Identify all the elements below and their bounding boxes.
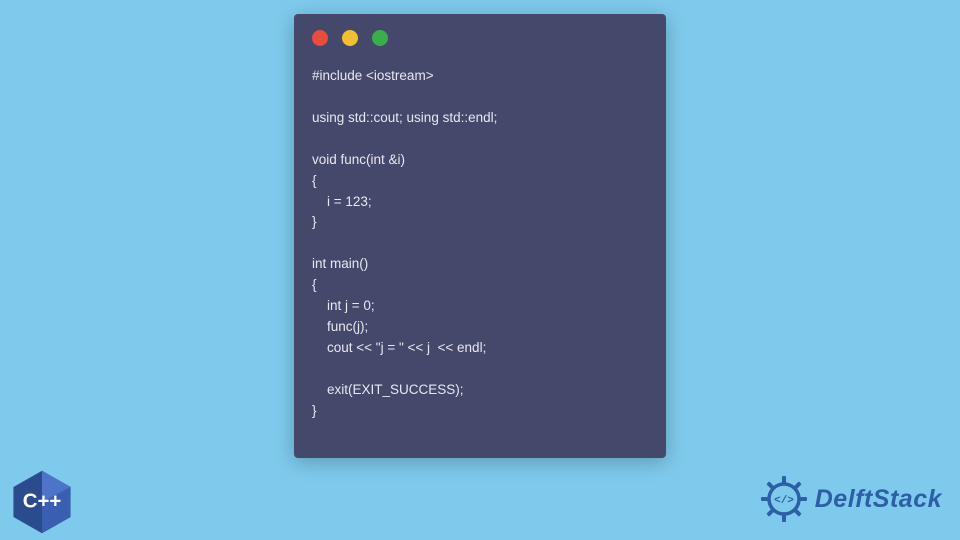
close-icon [312,30,328,46]
brand-gear-icon: </> [759,474,809,524]
brand-logo: </> DelftStack [759,474,942,524]
svg-text:</>: </> [774,495,794,507]
brand-text: DelftStack [815,485,942,514]
minimize-icon [342,30,358,46]
window-traffic-lights [312,30,648,46]
code-content: #include <iostream> using std::cout; usi… [312,66,648,422]
code-window: #include <iostream> using std::cout; usi… [294,14,666,458]
cpp-language-badge: C++ [8,468,76,536]
cpp-badge-text: C++ [23,490,62,512]
maximize-icon [372,30,388,46]
